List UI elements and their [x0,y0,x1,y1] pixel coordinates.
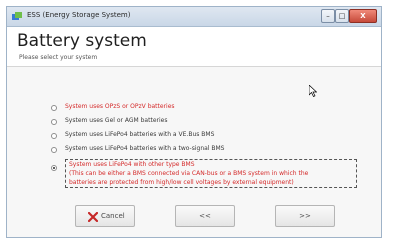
maximize-button[interactable]: □ [335,9,349,23]
cancel-label: Cancel [101,212,125,220]
button-bar: Cancel << >> [7,201,381,239]
mouse-pointer-icon [309,85,317,97]
radio-button[interactable] [51,105,57,111]
option-label: System uses LiFePo4 batteries with a two… [65,145,225,152]
radio-button[interactable] [51,133,57,139]
option-label: System uses LiFePo4 batteries with a VE.… [65,131,215,138]
header-panel: Battery system Please select your system [7,27,381,67]
radio-button[interactable] [51,147,57,153]
option-description: (This can be either a BMS connected via … [69,170,309,177]
next-button[interactable]: >> [275,205,335,227]
option-label: System uses LiFePo4 with other type BMS [69,161,195,168]
option-label: System uses Gel or AGM batteries [65,117,168,124]
wizard-window: ESS (Energy Storage System) – □ X Batter… [6,6,382,238]
option-label: System uses OPzS or OPzV batteries [65,103,175,110]
radio-button[interactable] [51,119,57,125]
page-subtitle: Please select your system [19,54,98,61]
page-title: Battery system [17,31,147,51]
close-button[interactable]: X [349,9,377,23]
title-bar[interactable]: ESS (Energy Storage System) – □ X [7,7,381,27]
option-lifepo4-other-bms[interactable]: System uses LiFePo4 with other type BMS … [65,159,357,188]
window-title: ESS (Energy Storage System) [27,11,131,19]
minimize-button[interactable]: – [321,9,335,23]
cancel-x-icon [88,212,98,222]
app-icon [12,12,22,20]
radio-button-selected[interactable] [51,165,57,171]
cancel-button[interactable]: Cancel [75,205,135,227]
option-description: batteries are protected from high/low ce… [69,179,294,186]
back-button[interactable]: << [175,205,235,227]
